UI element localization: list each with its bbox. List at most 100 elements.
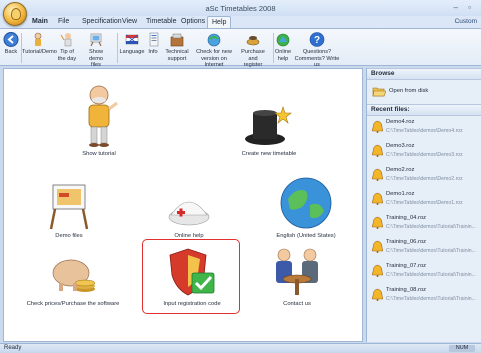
title-bar: aSc Timetables 2008 – ▫ <box>0 0 481 16</box>
purchase-register-button[interactable]: Purchase and register <box>237 32 269 69</box>
tile-contact-us[interactable]: Contact us <box>262 245 332 307</box>
recent-file-name: Demo1.roz <box>386 191 415 197</box>
tile-caption: Contact us <box>283 301 311 307</box>
recent-file-path: C:\TimeTables\demos\Tutorial\Trainin... <box>386 272 476 278</box>
svg-text:?: ? <box>314 35 320 46</box>
open-from-disk-label: Open from disk <box>389 88 429 94</box>
tile-caption: Demo files <box>55 233 83 239</box>
magic-hat-icon <box>245 106 292 145</box>
timetable-file-icon <box>372 144 383 157</box>
menu-file[interactable]: File <box>58 18 69 25</box>
recent-file-path: C:\TimeTables\demos\Tutorial\Trainin... <box>386 248 476 254</box>
language-flag-icon <box>125 34 139 45</box>
recent-file-path: C:\TimeTables\demos\Tutorial\Trainin... <box>386 296 476 302</box>
recent-file-item[interactable]: Training_04.roz C:\TimeTables\demos\Tutor… <box>367 212 481 236</box>
tile-show-tutorial[interactable]: Show tutorial <box>64 83 134 157</box>
tip-icon <box>60 33 72 47</box>
support-icon <box>170 33 184 47</box>
recent-file-item[interactable]: Demo1.roz C:\TimeTables\demos\Demo1.roz <box>367 188 481 212</box>
online-help-label-2: help <box>277 55 289 62</box>
menu-main[interactable]: Main <box>32 18 48 25</box>
window-title: aSc Timetables 2008 <box>205 4 276 13</box>
recent-file-item[interactable]: Demo4.roz C:\TimeTables\demos\Demo4.roz <box>367 116 481 140</box>
show-demo-files-button[interactable]: Show demo files <box>82 32 110 69</box>
update-icon <box>207 33 221 47</box>
questions-comments-button[interactable]: ? Questions? Comments? Write us <box>294 32 340 69</box>
recent-file-path: C:\TimeTables\demos\Demo2.roz <box>386 176 463 182</box>
online-help-button[interactable]: Online help <box>274 32 292 62</box>
tip-of-day-button[interactable]: Tip of the day <box>54 32 80 62</box>
recent-file-item[interactable]: Training_07.roz C:\TimeTables\demos\Tutor… <box>367 260 481 284</box>
window-controls[interactable]: – ▫ <box>453 3 475 12</box>
recent-file-item[interactable]: Demo2.roz C:\TimeTables\demos\Demo2.roz <box>367 164 481 188</box>
check-version-label-1: Check for new <box>196 49 232 55</box>
tile-online-help[interactable]: Online help <box>154 185 224 239</box>
customize-link[interactable]: Custom <box>455 18 477 25</box>
back-label: Back <box>4 49 18 55</box>
tile-purchase[interactable]: Check prices/Purchase the software <box>18 249 128 307</box>
question-icon: ? <box>309 32 325 47</box>
purchase-label-1: Purchase and <box>241 49 265 62</box>
technical-support-button[interactable]: Technical support <box>163 32 191 62</box>
check-version-label-2: version on Internet <box>201 55 227 69</box>
tile-demo-files[interactable]: Demo files <box>44 179 94 239</box>
tile-caption: Check prices/Purchase the software <box>26 301 120 307</box>
app-menu-orb-icon[interactable] <box>3 2 27 26</box>
info-button[interactable]: Info <box>146 32 160 56</box>
tutorial-icon <box>34 32 42 46</box>
start-page: Show tutorial Create new timetable Demo … <box>3 68 363 342</box>
nurse-hat-icon <box>168 201 210 226</box>
info-icon <box>149 32 159 47</box>
purchase-icon <box>246 36 260 46</box>
language-button[interactable]: Language <box>119 32 145 56</box>
timetable-file-icon <box>372 120 383 133</box>
recent-files-list: Demo4.roz C:\TimeTables\demos\Demo4.roz D… <box>367 116 481 308</box>
registration-highlight-frame <box>142 239 240 314</box>
timetable-file-icon <box>372 192 383 205</box>
info-label: Info <box>148 49 158 55</box>
timetable-file-icon <box>372 264 383 277</box>
open-from-disk-link[interactable]: Open from disk <box>367 80 481 104</box>
recent-file-name: Training_07.roz <box>386 263 427 269</box>
tutorial-man-icon <box>88 85 118 147</box>
recent-file-item[interactable]: Training_08.roz C:\TimeTables\demos\Tutor… <box>367 284 481 308</box>
recent-file-item[interactable]: Demo3.roz C:\TimeTables\demos\Demo3.roz <box>367 140 481 164</box>
language-label: Language <box>119 49 145 55</box>
recent-file-path: C:\TimeTables\demos\Demo3.roz <box>386 152 463 158</box>
tutorial-demo-label: Tutorial/Demo <box>22 49 57 55</box>
recent-files-header: Recent files: <box>367 104 481 116</box>
menu-options[interactable]: Options <box>181 18 205 25</box>
num-lock-indicator: NUM <box>449 345 475 352</box>
piggy-bank-icon <box>52 259 96 292</box>
support-label-2: support <box>167 55 187 62</box>
check-new-version-button[interactable]: Check for new version on Internet <box>192 32 236 69</box>
tile-language[interactable]: English (United States) <box>266 175 346 239</box>
back-arrow-icon <box>3 32 19 47</box>
tip-label-1: Tip of <box>60 49 74 55</box>
online-help-icon <box>276 33 290 47</box>
tile-caption: English (United States) <box>276 233 336 239</box>
tile-caption: Create new timetable <box>241 151 297 157</box>
browse-header: Browse <box>367 68 481 80</box>
recent-file-path: C:\TimeTables\demos\Demo1.roz <box>386 200 463 206</box>
status-text: Ready <box>4 345 22 351</box>
ribbon-separator <box>117 33 118 63</box>
recent-file-name: Training_04.roz <box>386 215 427 221</box>
recent-file-item[interactable]: Training_06.roz C:\TimeTables\demos\Tutor… <box>367 236 481 260</box>
tile-create-new-timetable[interactable]: Create new timetable <box>229 99 309 157</box>
back-button[interactable]: Back <box>3 32 19 56</box>
timetable-file-icon <box>372 240 383 253</box>
folder-open-icon <box>372 87 386 97</box>
tutorial-demo-button[interactable]: Tutorial/Demo <box>22 32 57 56</box>
globe-icon <box>280 177 332 229</box>
menu-timetable[interactable]: Timetable <box>146 18 176 25</box>
support-label-1: Technical <box>165 49 189 55</box>
menu-view[interactable]: View <box>122 18 137 25</box>
recent-file-name: Demo2.roz <box>386 167 415 173</box>
tile-caption: Show tutorial <box>82 151 116 157</box>
menu-help[interactable]: Help <box>207 16 232 28</box>
tip-label-2: the day <box>57 55 77 62</box>
people-table-icon <box>276 248 318 295</box>
menu-specification[interactable]: Specification <box>82 18 122 25</box>
status-bar: Ready NUM <box>0 343 481 353</box>
